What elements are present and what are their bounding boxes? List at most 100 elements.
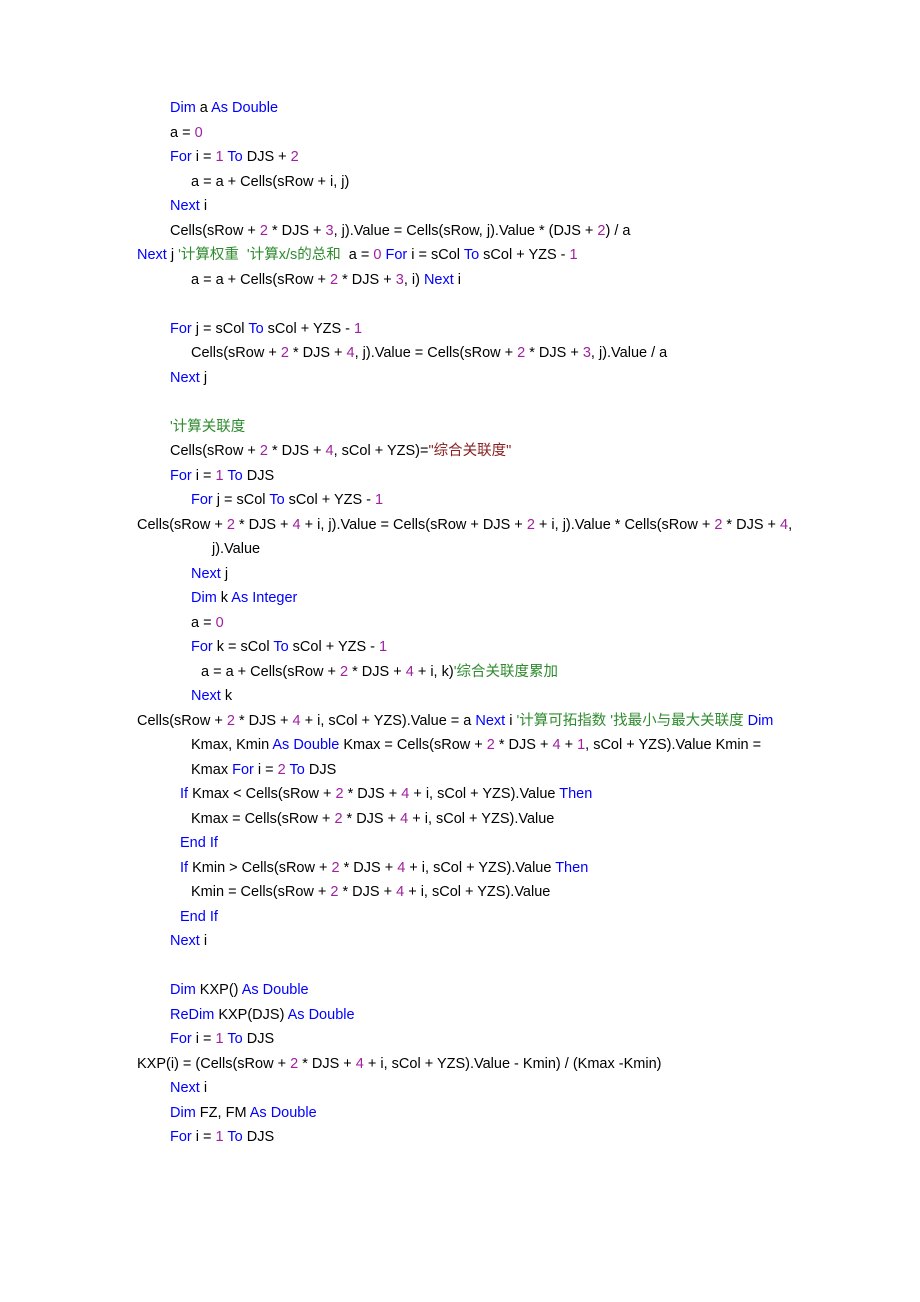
code-token-plain: Cells(sRow +	[191, 345, 281, 361]
code-token-plain: i =	[191, 467, 216, 484]
code-token-kw: To	[273, 639, 289, 655]
code-line: Cells(sRow + 2 * DJS + 3, j).Value = Cel…	[170, 219, 797, 244]
code-token-num: 2	[517, 345, 526, 361]
code-token-string: "综合关联度"	[428, 443, 512, 459]
code-line: Dim k As Integer	[191, 586, 797, 611]
code-token-plain: k	[216, 590, 232, 606]
code-token-plain: i =	[191, 1031, 216, 1047]
code-line: KXP(i) = (Cells(sRow + 2 * DJS + 4 + i, …	[137, 1052, 797, 1077]
code-token-plain: FZ, FM	[195, 1104, 250, 1121]
code-token-plain: i	[453, 271, 462, 288]
code-token-plain: * DJS +	[525, 345, 583, 361]
code-token-plain: k	[220, 688, 233, 704]
code-token-num: 2	[277, 761, 286, 778]
code-token-kw: End If	[180, 835, 218, 851]
code-token-plain: i =	[191, 1129, 216, 1145]
code-line: If Kmax < Cells(sRow + 2 * DJS + 4 + i, …	[180, 782, 797, 807]
code-token-kw: As Double	[249, 1104, 317, 1121]
code-line: Dim a As Double	[170, 96, 797, 121]
code-line: If Kmin > Cells(sRow + 2 * DJS + 4 + i, …	[180, 856, 797, 881]
code-token-plain: sCol + YZS -	[479, 247, 570, 263]
code-token-num: 4	[292, 516, 301, 533]
code-token-num: 2	[290, 149, 299, 165]
code-line: For i = 1 To DJS	[170, 1027, 797, 1052]
code-token-plain: a	[195, 100, 212, 116]
code-line: Cells(sRow + 2 * DJS + 4, sCol + YZS)="综…	[170, 439, 797, 464]
code-token-plain: a = a + Cells(sRow + i, j)	[191, 173, 350, 190]
code-token-kw: Then	[555, 859, 589, 876]
code-token-kw: For	[170, 320, 192, 337]
code-token-kw: ReDim	[170, 1006, 215, 1023]
code-token-num: 1	[215, 149, 224, 165]
code-token-plain: i =	[253, 761, 278, 778]
code-token-plain: * DJS +	[494, 737, 553, 753]
code-token-num: 3	[325, 222, 334, 239]
code-token-plain: , j).Value = Cells(sRow +	[354, 345, 518, 361]
code-line: Dim KXP() As Double	[170, 978, 797, 1003]
code-token-kw: As Double	[211, 100, 279, 116]
code-token-comment: '综合关联度累加	[453, 663, 558, 680]
code-token-kw: Dim	[170, 1104, 196, 1121]
code-token-kw: For	[170, 149, 192, 165]
code-token-plain: Cells(sRow +	[137, 712, 227, 729]
code-token-num: 2	[331, 859, 340, 876]
code-token-plain: DJS +	[242, 149, 291, 165]
code-token-kw: To	[248, 320, 264, 337]
code-token-plain: * DJS +	[342, 810, 401, 827]
code-token-num: 4	[405, 663, 414, 680]
code-line: For i = 1 To DJS + 2	[170, 145, 797, 170]
code-token-plain: + i, k)	[413, 663, 454, 680]
code-token-num: 4	[325, 443, 334, 459]
code-token-plain: Kmax = Cells(sRow +	[339, 737, 487, 753]
code-token-plain: * DJS +	[338, 884, 397, 900]
code-token-plain: a =	[170, 124, 195, 141]
code-token-plain: * DJS +	[234, 516, 293, 533]
code-token-plain: a = a + Cells(sRow +	[191, 271, 331, 288]
code-token-kw: For	[170, 1129, 192, 1145]
code-token-num: 2	[526, 516, 535, 533]
code-token-num: 4	[292, 712, 301, 729]
code-token-kw: As Double	[287, 1006, 355, 1023]
code-token-plain: Cells(sRow +	[137, 516, 227, 533]
code-token-num: 0	[194, 124, 203, 141]
code-token-kw: To	[227, 149, 243, 165]
code-token-kw: Dim	[170, 982, 196, 998]
code-token-plain: i	[199, 1080, 208, 1096]
code-token-plain: a = a + Cells(sRow +	[201, 663, 341, 680]
code-token-num: 2	[259, 443, 268, 459]
code-token-num: 2	[335, 786, 344, 802]
code-token-plain: sCol + YZS -	[263, 320, 355, 337]
code-token-plain: j	[199, 369, 208, 386]
code-token-kw: Next	[137, 247, 167, 263]
code-line: Next j '计算权重 '计算x/s的总和 a = 0 For i = sCo…	[137, 243, 797, 268]
code-token-num: 1	[375, 492, 384, 508]
code-token-plain: Kmin = Cells(sRow +	[191, 884, 331, 900]
code-line: a = 0	[191, 611, 797, 636]
code-line: Kmax = Cells(sRow + 2 * DJS + 4 + i, sCo…	[191, 807, 797, 832]
code-token-num: 1	[215, 467, 224, 484]
code-token-plain: a =	[191, 614, 216, 631]
code-token-kw: For	[170, 1031, 192, 1047]
code-line: Cells(sRow + 2 * DJS + 4, j).Value = Cel…	[191, 341, 797, 366]
code-token-kw: To	[289, 761, 305, 778]
code-token-num: 4	[396, 884, 405, 900]
code-line: For j = sCol To sCol + YZS - 1	[191, 488, 797, 513]
code-token-kw: As Double	[272, 737, 340, 753]
code-token-plain: * DJS +	[234, 712, 293, 729]
code-token-plain: DJS	[242, 467, 275, 484]
code-token-num: 2	[259, 222, 268, 239]
code-line: a = a + Cells(sRow + i, j)	[191, 170, 797, 195]
code-token-num: 3	[582, 345, 591, 361]
code-token-plain: KXP(DJS)	[214, 1006, 288, 1023]
code-token-plain: Kmin > Cells(sRow +	[188, 859, 332, 876]
code-token-comment: '计算权重 '计算x/s的总和	[178, 247, 341, 263]
code-token-plain: sCol + YZS -	[284, 492, 376, 508]
code-token-plain: Cells(sRow +	[170, 443, 260, 459]
code-token-plain: * DJS +	[722, 516, 781, 533]
code-token-kw: If	[180, 786, 189, 802]
code-token-num: 2	[340, 663, 349, 680]
code-line: Next j	[170, 366, 797, 391]
code-token-plain: + i, sCol + YZS).Value	[404, 884, 551, 900]
